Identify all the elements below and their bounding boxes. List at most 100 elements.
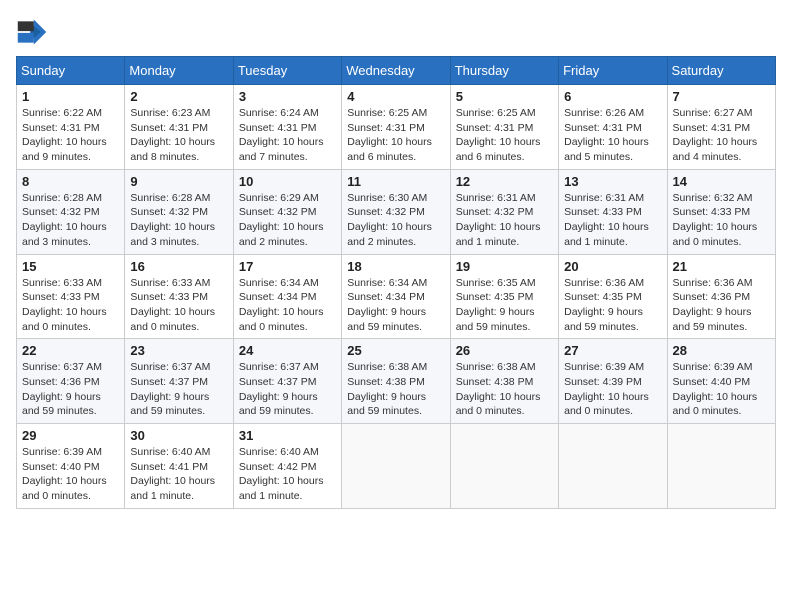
day-info: Sunrise: 6:40 AMSunset: 4:42 PMDaylight:… [239,445,336,504]
day-number: 28 [673,343,770,358]
calendar-cell: 24 Sunrise: 6:37 AMSunset: 4:37 PMDaylig… [233,339,341,424]
calendar-cell: 3 Sunrise: 6:24 AMSunset: 4:31 PMDayligh… [233,85,341,170]
calendar-cell: 18 Sunrise: 6:34 AMSunset: 4:34 PMDaylig… [342,254,450,339]
day-number: 26 [456,343,553,358]
day-info: Sunrise: 6:36 AMSunset: 4:36 PMDaylight:… [673,276,770,335]
day-number: 20 [564,259,661,274]
day-number: 7 [673,89,770,104]
page-header [16,16,776,48]
day-info: Sunrise: 6:25 AMSunset: 4:31 PMDaylight:… [456,106,553,165]
calendar-cell: 6 Sunrise: 6:26 AMSunset: 4:31 PMDayligh… [559,85,667,170]
day-number: 13 [564,174,661,189]
calendar-week-2: 8 Sunrise: 6:28 AMSunset: 4:32 PMDayligh… [17,169,776,254]
calendar-cell: 11 Sunrise: 6:30 AMSunset: 4:32 PMDaylig… [342,169,450,254]
calendar-cell: 29 Sunrise: 6:39 AMSunset: 4:40 PMDaylig… [17,424,125,509]
day-info: Sunrise: 6:33 AMSunset: 4:33 PMDaylight:… [22,276,119,335]
day-number: 24 [239,343,336,358]
day-number: 5 [456,89,553,104]
calendar-cell: 12 Sunrise: 6:31 AMSunset: 4:32 PMDaylig… [450,169,558,254]
calendar-header-row: SundayMondayTuesdayWednesdayThursdayFrid… [17,57,776,85]
calendar-cell: 26 Sunrise: 6:38 AMSunset: 4:38 PMDaylig… [450,339,558,424]
day-number: 23 [130,343,227,358]
col-header-wednesday: Wednesday [342,57,450,85]
calendar-week-5: 29 Sunrise: 6:39 AMSunset: 4:40 PMDaylig… [17,424,776,509]
calendar-cell [450,424,558,509]
day-number: 15 [22,259,119,274]
calendar-cell: 15 Sunrise: 6:33 AMSunset: 4:33 PMDaylig… [17,254,125,339]
day-number: 22 [22,343,119,358]
day-info: Sunrise: 6:27 AMSunset: 4:31 PMDaylight:… [673,106,770,165]
calendar-cell: 28 Sunrise: 6:39 AMSunset: 4:40 PMDaylig… [667,339,775,424]
calendar-cell: 17 Sunrise: 6:34 AMSunset: 4:34 PMDaylig… [233,254,341,339]
col-header-monday: Monday [125,57,233,85]
day-number: 21 [673,259,770,274]
day-info: Sunrise: 6:39 AMSunset: 4:40 PMDaylight:… [22,445,119,504]
col-header-thursday: Thursday [450,57,558,85]
day-number: 14 [673,174,770,189]
logo-icon [16,16,48,48]
day-info: Sunrise: 6:31 AMSunset: 4:33 PMDaylight:… [564,191,661,250]
calendar-cell: 2 Sunrise: 6:23 AMSunset: 4:31 PMDayligh… [125,85,233,170]
calendar-cell [342,424,450,509]
col-header-saturday: Saturday [667,57,775,85]
day-number: 1 [22,89,119,104]
day-info: Sunrise: 6:39 AMSunset: 4:40 PMDaylight:… [673,360,770,419]
calendar-cell: 4 Sunrise: 6:25 AMSunset: 4:31 PMDayligh… [342,85,450,170]
day-number: 27 [564,343,661,358]
day-number: 25 [347,343,444,358]
calendar-week-3: 15 Sunrise: 6:33 AMSunset: 4:33 PMDaylig… [17,254,776,339]
calendar-cell: 30 Sunrise: 6:40 AMSunset: 4:41 PMDaylig… [125,424,233,509]
day-number: 11 [347,174,444,189]
day-info: Sunrise: 6:25 AMSunset: 4:31 PMDaylight:… [347,106,444,165]
calendar-cell: 10 Sunrise: 6:29 AMSunset: 4:32 PMDaylig… [233,169,341,254]
day-info: Sunrise: 6:40 AMSunset: 4:41 PMDaylight:… [130,445,227,504]
calendar-cell: 1 Sunrise: 6:22 AMSunset: 4:31 PMDayligh… [17,85,125,170]
day-number: 10 [239,174,336,189]
calendar-cell: 7 Sunrise: 6:27 AMSunset: 4:31 PMDayligh… [667,85,775,170]
day-number: 30 [130,428,227,443]
day-number: 16 [130,259,227,274]
day-number: 9 [130,174,227,189]
calendar-cell: 5 Sunrise: 6:25 AMSunset: 4:31 PMDayligh… [450,85,558,170]
day-number: 8 [22,174,119,189]
calendar-cell: 25 Sunrise: 6:38 AMSunset: 4:38 PMDaylig… [342,339,450,424]
day-number: 3 [239,89,336,104]
day-number: 17 [239,259,336,274]
calendar-cell: 16 Sunrise: 6:33 AMSunset: 4:33 PMDaylig… [125,254,233,339]
day-info: Sunrise: 6:35 AMSunset: 4:35 PMDaylight:… [456,276,553,335]
day-info: Sunrise: 6:34 AMSunset: 4:34 PMDaylight:… [347,276,444,335]
day-info: Sunrise: 6:34 AMSunset: 4:34 PMDaylight:… [239,276,336,335]
day-info: Sunrise: 6:32 AMSunset: 4:33 PMDaylight:… [673,191,770,250]
day-info: Sunrise: 6:36 AMSunset: 4:35 PMDaylight:… [564,276,661,335]
calendar-cell: 27 Sunrise: 6:39 AMSunset: 4:39 PMDaylig… [559,339,667,424]
day-number: 2 [130,89,227,104]
calendar-cell: 19 Sunrise: 6:35 AMSunset: 4:35 PMDaylig… [450,254,558,339]
day-info: Sunrise: 6:28 AMSunset: 4:32 PMDaylight:… [130,191,227,250]
day-info: Sunrise: 6:38 AMSunset: 4:38 PMDaylight:… [456,360,553,419]
day-info: Sunrise: 6:37 AMSunset: 4:37 PMDaylight:… [239,360,336,419]
day-info: Sunrise: 6:37 AMSunset: 4:36 PMDaylight:… [22,360,119,419]
calendar-cell: 9 Sunrise: 6:28 AMSunset: 4:32 PMDayligh… [125,169,233,254]
col-header-sunday: Sunday [17,57,125,85]
calendar-cell: 20 Sunrise: 6:36 AMSunset: 4:35 PMDaylig… [559,254,667,339]
calendar-cell: 23 Sunrise: 6:37 AMSunset: 4:37 PMDaylig… [125,339,233,424]
calendar-cell [559,424,667,509]
day-number: 18 [347,259,444,274]
day-info: Sunrise: 6:22 AMSunset: 4:31 PMDaylight:… [22,106,119,165]
calendar-week-4: 22 Sunrise: 6:37 AMSunset: 4:36 PMDaylig… [17,339,776,424]
day-info: Sunrise: 6:31 AMSunset: 4:32 PMDaylight:… [456,191,553,250]
calendar-week-1: 1 Sunrise: 6:22 AMSunset: 4:31 PMDayligh… [17,85,776,170]
day-info: Sunrise: 6:39 AMSunset: 4:39 PMDaylight:… [564,360,661,419]
day-number: 4 [347,89,444,104]
logo [16,16,54,48]
calendar-cell: 21 Sunrise: 6:36 AMSunset: 4:36 PMDaylig… [667,254,775,339]
calendar-cell: 31 Sunrise: 6:40 AMSunset: 4:42 PMDaylig… [233,424,341,509]
day-number: 12 [456,174,553,189]
calendar-cell: 8 Sunrise: 6:28 AMSunset: 4:32 PMDayligh… [17,169,125,254]
calendar-cell: 14 Sunrise: 6:32 AMSunset: 4:33 PMDaylig… [667,169,775,254]
day-number: 29 [22,428,119,443]
calendar-cell: 22 Sunrise: 6:37 AMSunset: 4:36 PMDaylig… [17,339,125,424]
day-info: Sunrise: 6:28 AMSunset: 4:32 PMDaylight:… [22,191,119,250]
calendar-cell: 13 Sunrise: 6:31 AMSunset: 4:33 PMDaylig… [559,169,667,254]
col-header-tuesday: Tuesday [233,57,341,85]
